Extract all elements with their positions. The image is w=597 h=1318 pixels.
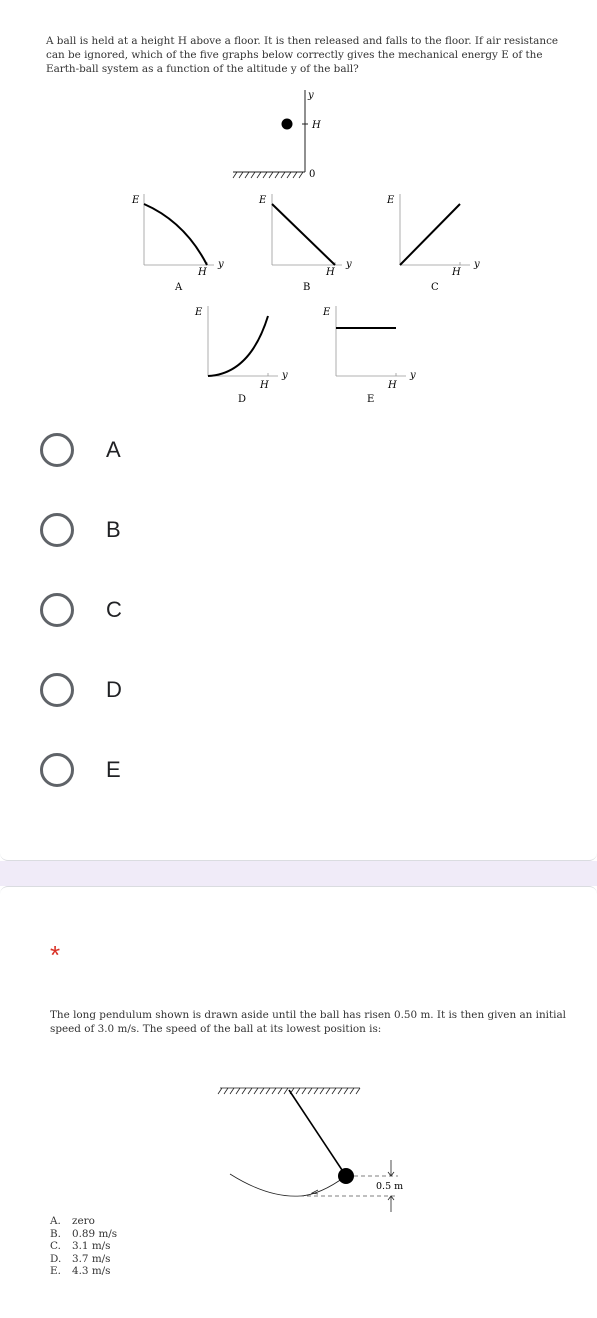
card-bottom-edge — [0, 848, 597, 861]
choice-c: C. 3.1 m/s — [50, 1240, 111, 1253]
option-e[interactable]: E — [40, 745, 340, 795]
pendulum-figure: 0.5 m — [217, 1087, 403, 1212]
graph-c-e-label: E — [386, 195, 395, 206]
graph-d-y-label: y — [281, 370, 288, 381]
card-top-edge — [0, 886, 597, 899]
required-asterisk: * — [50, 940, 61, 970]
choice-a: A. zero — [50, 1215, 95, 1227]
option-label: B — [106, 517, 121, 542]
radio-circle-icon[interactable] — [40, 513, 74, 547]
graph-d: E y H D — [194, 306, 288, 405]
graph-e-name: E — [367, 394, 374, 405]
swing-arc — [229, 1173, 347, 1197]
choice-b: B. 0.89 m/s — [50, 1227, 118, 1240]
radio-circle-icon[interactable] — [40, 593, 74, 627]
ball-height-diagram — [232, 90, 308, 179]
graph-e-y-label: y — [409, 370, 416, 381]
graph-e: E y H E — [322, 306, 416, 405]
graph-a-name: A — [174, 282, 183, 293]
question2-text: The long pendulum shown is drawn aside u… — [50, 1009, 566, 1036]
energy-graphs-figure: y H 0 E y H A E y H B E y H C E y H D E … — [131, 90, 480, 405]
graph-c: E y H C — [386, 194, 480, 293]
graph-a-curve — [143, 203, 208, 266]
graph-b-y-label: y — [345, 259, 352, 270]
option-d[interactable]: D — [40, 665, 340, 715]
graph-a-h-label: H — [197, 267, 207, 278]
graph-b-h-label: H — [325, 267, 335, 278]
option-label: A — [106, 437, 121, 462]
radio-circle-icon[interactable] — [40, 433, 74, 467]
graph-c-h-label: H — [451, 267, 461, 278]
pendulum-string — [288, 1089, 347, 1177]
graph-b-e-label: E — [258, 195, 267, 206]
pendulum-ball-icon — [338, 1168, 354, 1184]
diagram-y-label: y — [307, 90, 314, 101]
graph-c-line — [399, 203, 461, 266]
choice-e: E. 4.3 m/s — [50, 1265, 111, 1278]
radio-circle-icon[interactable] — [40, 673, 74, 707]
option-label: E — [106, 757, 121, 782]
rise-label: 0.5 m — [376, 1181, 403, 1192]
section-gap — [0, 861, 597, 886]
graph-d-curve — [207, 315, 269, 377]
graph-e-e-label: E — [322, 307, 331, 318]
ball-icon — [281, 118, 293, 130]
choice-d: D. 3.7 m/s — [50, 1252, 111, 1265]
graph-a-e-label: E — [131, 195, 140, 206]
graph-a: E y H A — [131, 194, 224, 293]
graph-d-name: D — [238, 394, 246, 405]
graph-e-h-label: H — [387, 380, 397, 391]
option-label: D — [106, 677, 122, 702]
option-label: C — [106, 597, 122, 622]
graph-c-y-label: y — [473, 259, 480, 270]
graph-b-name: B — [303, 282, 310, 293]
option-b[interactable]: B — [40, 505, 340, 555]
graph-a-y-label: y — [217, 259, 224, 270]
radio-circle-icon[interactable] — [40, 753, 74, 787]
option-a[interactable]: A — [40, 425, 340, 475]
graph-b-line — [271, 203, 336, 266]
graph-b: E y H B — [258, 194, 352, 293]
diagram-h-label: H — [311, 120, 321, 131]
answer-choices: A. zero B. 0.89 m/s C. 3.1 m/s D. 3.7 m/s E.… — [50, 1215, 117, 1278]
graph-c-name: C — [431, 282, 439, 293]
option-c[interactable]: C — [40, 585, 340, 635]
graph-d-h-label: H — [259, 380, 269, 391]
graph-d-e-label: E — [194, 307, 203, 318]
diagram-zero-label: 0 — [309, 169, 315, 180]
